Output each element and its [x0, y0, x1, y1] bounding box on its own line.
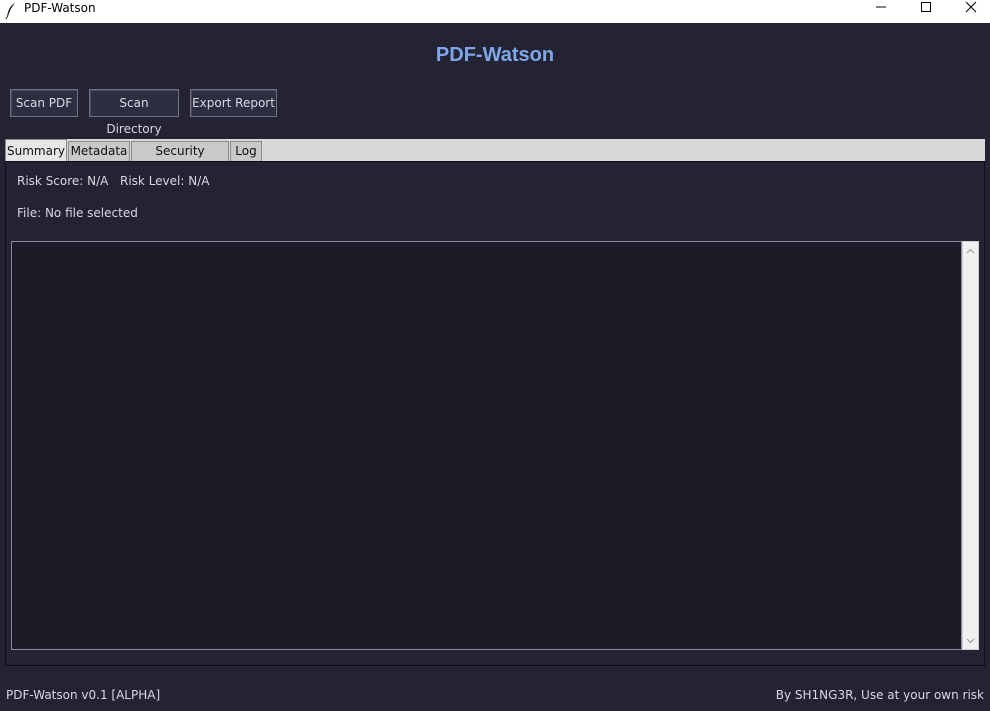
tab-summary[interactable]: Summary [5, 139, 67, 161]
minimize-icon [875, 1, 887, 16]
tab-security-analysis[interactable]: Security Analysis [131, 141, 229, 176]
scroll-up-icon[interactable] [963, 243, 978, 258]
scan-pdf-button[interactable]: Scan PDF [10, 89, 78, 117]
close-icon [965, 1, 977, 16]
minimize-button[interactable] [858, 0, 904, 16]
maximize-icon [920, 1, 932, 16]
summary-output-textarea[interactable] [11, 241, 962, 650]
risk-level-label: Risk Level: N/A [120, 174, 210, 188]
risk-score-label: Risk Score: N/A [17, 174, 109, 188]
app-window: PDF-Watson PDF-Watson Scan PDF Scan Dire… [0, 0, 990, 711]
maximize-button[interactable] [903, 0, 949, 16]
vertical-scrollbar[interactable] [962, 241, 979, 650]
scan-directory-button[interactable]: Scan Directory [89, 89, 179, 136]
window-title: PDF-Watson [24, 1, 96, 15]
close-button[interactable] [948, 0, 990, 16]
feather-icon [5, 2, 17, 20]
app-title: PDF-Watson [435, 44, 555, 66]
tab-metadata[interactable]: Metadata [68, 141, 130, 161]
tab-strip: Summary Metadata Security Analysis Log [5, 139, 985, 176]
version-label: PDF-Watson v0.1 [ALPHA] [6, 688, 161, 702]
file-label: File: No file selected [17, 206, 138, 220]
scroll-down-icon[interactable] [963, 633, 978, 648]
export-report-button[interactable]: Export Report [190, 89, 277, 117]
tab-log[interactable]: Log [230, 141, 262, 161]
credit-label: By SH1NG3R, Use at your own risk [775, 688, 984, 702]
title-bar[interactable]: PDF-Watson [0, 0, 990, 23]
